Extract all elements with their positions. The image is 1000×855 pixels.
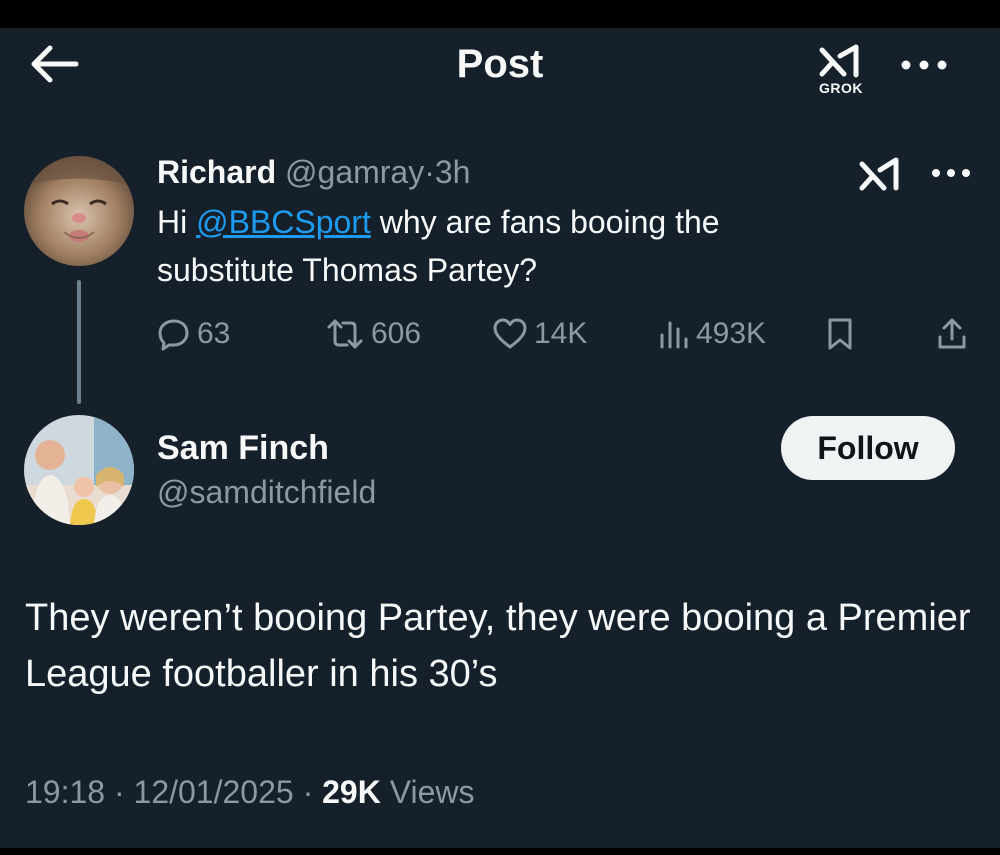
separator-dot: · — [424, 154, 435, 190]
reply-button[interactable]: 63 — [157, 312, 230, 356]
bookmark-icon — [828, 318, 852, 350]
follow-button[interactable]: Follow — [781, 416, 955, 480]
repost-count: 606 — [371, 317, 422, 350]
reply-count: 63 — [197, 317, 231, 350]
post-time[interactable]: 19:18 — [25, 774, 105, 810]
top-status-strip — [0, 0, 1000, 28]
post-more-button[interactable] — [928, 160, 974, 186]
parent-post-text: Hi @BBCSport why are fans booing the sub… — [157, 198, 857, 294]
views-label: Views — [389, 774, 475, 810]
bookmark-button[interactable] — [826, 312, 854, 356]
more-dots-icon — [932, 169, 970, 177]
reply-author-handle[interactable]: @samditchfield — [157, 472, 376, 512]
repost-button[interactable]: 606 — [325, 312, 421, 356]
family-avatar-image — [24, 415, 134, 525]
reply-icon — [158, 319, 189, 351]
reply-author-name[interactable]: Sam Finch — [157, 428, 329, 468]
cat-avatar-image — [24, 156, 134, 266]
grok-explain-button[interactable] — [856, 152, 906, 194]
views-total[interactable]: 29K — [322, 774, 381, 810]
like-count: 14K — [534, 317, 588, 350]
separator-dot: · — [302, 774, 314, 810]
post-time[interactable]: 3h — [435, 154, 471, 190]
bottom-strip — [0, 848, 1000, 855]
author-name[interactable]: Richard — [157, 154, 276, 190]
more-dots-icon — [901, 60, 947, 70]
grok-button[interactable]: GROK — [808, 44, 874, 100]
grok-label: GROK — [819, 80, 863, 96]
more-options-button[interactable] — [896, 50, 952, 80]
share-icon — [938, 318, 966, 349]
mention-link[interactable]: @BBCSport — [196, 204, 371, 240]
avatar-richard[interactable] — [24, 156, 134, 266]
parent-post-header: Richard @gamray·3h — [157, 152, 470, 192]
separator-dot: · — [113, 774, 125, 810]
views-button[interactable]: 493K — [658, 312, 766, 356]
post-date[interactable]: 12/01/2025 — [134, 774, 294, 810]
like-button[interactable]: 14K — [492, 312, 587, 356]
grok-icon — [819, 44, 859, 78]
thread-connector-line — [77, 280, 81, 404]
avatar-sam-finch[interactable] — [24, 415, 134, 525]
post-metadata: 19:18 · 12/01/2025 · 29K Views — [25, 770, 474, 814]
reply-post-text: They weren’t booing Partey, they were bo… — [25, 597, 971, 695]
text-before: Hi — [157, 204, 197, 240]
author-handle[interactable]: @gamray — [285, 154, 424, 190]
grok-icon — [859, 157, 899, 191]
repost-icon — [327, 319, 363, 349]
share-button[interactable] — [936, 312, 968, 356]
views-chart-icon — [660, 321, 688, 349]
heart-icon — [493, 318, 527, 349]
views-count: 493K — [696, 317, 767, 350]
